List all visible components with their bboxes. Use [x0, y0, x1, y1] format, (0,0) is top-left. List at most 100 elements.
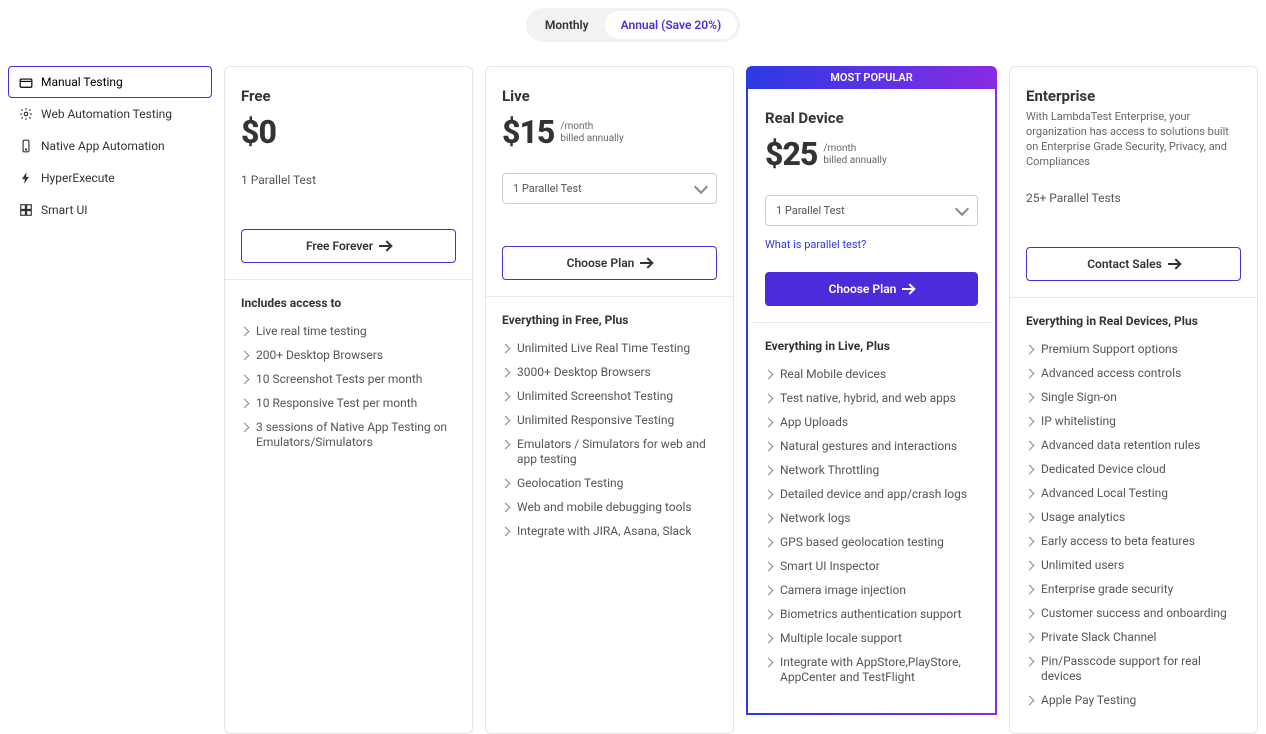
parallel-select[interactable]: 1 Parallel Test: [502, 173, 717, 204]
sidebar-icon-0: [19, 75, 33, 89]
feature-item: Multiple locale support: [765, 631, 978, 646]
divider: [1010, 297, 1257, 298]
plan-title: Real Device: [765, 109, 978, 127]
feature-item: Unlimited Responsive Testing: [502, 413, 717, 428]
feature-item: Unlimited Screenshot Testing: [502, 389, 717, 404]
feature-item: Network Throttling: [765, 463, 978, 478]
chevron-right-icon: [1025, 369, 1035, 379]
feature-item: 10 Screenshot Tests per month: [241, 372, 456, 387]
features-title: Everything in Live, Plus: [765, 339, 978, 353]
feature-item: Detailed device and app/crash logs: [765, 487, 978, 502]
feature-item: 3000+ Desktop Browsers: [502, 365, 717, 380]
plan-card-1: Live$15/monthbilled annually1 Parallel T…: [485, 66, 734, 734]
chevron-down-icon: [955, 201, 969, 215]
feature-item: Natural gestures and interactions: [765, 439, 978, 454]
arrow-right-icon: [640, 259, 652, 267]
features-title: Everything in Real Devices, Plus: [1026, 314, 1241, 328]
chevron-right-icon: [501, 503, 511, 513]
feature-item: Pin/Passcode support for real devices: [1026, 654, 1241, 684]
chevron-right-icon: [1025, 633, 1035, 643]
feature-item: Enterprise grade security: [1026, 582, 1241, 597]
chevron-right-icon: [1025, 465, 1035, 475]
arrow-right-icon: [902, 285, 914, 293]
chevron-down-icon: [694, 179, 708, 193]
chevron-right-icon: [240, 399, 250, 409]
arrow-right-icon: [379, 242, 391, 250]
parallel-select[interactable]: 1 Parallel Test: [765, 195, 978, 226]
chevron-right-icon: [764, 538, 774, 548]
chevron-right-icon: [1025, 489, 1035, 499]
plan-subtitle: With LambdaTest Enterprise, your organiz…: [1026, 109, 1241, 169]
chevron-right-icon: [1025, 585, 1035, 595]
chevron-right-icon: [240, 327, 250, 337]
chevron-right-icon: [764, 610, 774, 620]
parallel-info-link[interactable]: What is parallel test?: [765, 238, 866, 251]
feature-item: Apple Pay Testing: [1026, 693, 1241, 708]
feature-item: IP whitelisting: [1026, 414, 1241, 429]
feature-item: Web and mobile debugging tools: [502, 500, 717, 515]
feature-item: Customer success and onboarding: [1026, 606, 1241, 621]
divider: [486, 296, 733, 297]
feature-item: 3 sessions of Native App Testing on Emul…: [241, 420, 456, 450]
chevron-right-icon: [501, 368, 511, 378]
plan-cta-button[interactable]: Choose Plan: [765, 272, 978, 306]
popular-badge: MOST POPULAR: [746, 66, 997, 89]
plan-price: $25: [765, 135, 817, 173]
chevron-right-icon: [764, 658, 774, 668]
plan-price: $0: [241, 113, 276, 151]
plan-period: /month: [560, 121, 593, 132]
feature-item: Real Mobile devices: [765, 367, 978, 382]
parallel-label: 25+ Parallel Tests: [1026, 191, 1241, 205]
chevron-right-icon: [764, 634, 774, 644]
sidebar-item-2[interactable]: Native App Automation: [8, 130, 212, 162]
feature-item: Single Sign-on: [1026, 390, 1241, 405]
feature-item: Integrate with AppStore,PlayStore, AppCe…: [765, 655, 978, 685]
toggle-annual[interactable]: Annual (Save 20%): [605, 11, 738, 39]
sidebar-label: Native App Automation: [41, 139, 165, 153]
chevron-right-icon: [764, 562, 774, 572]
feature-item: Premium Support options: [1026, 342, 1241, 357]
plan-cta-button[interactable]: Choose Plan: [502, 246, 717, 280]
chevron-right-icon: [1025, 609, 1035, 619]
chevron-right-icon: [501, 392, 511, 402]
chevron-right-icon: [501, 416, 511, 426]
feature-item: Private Slack Channel: [1026, 630, 1241, 645]
plan-card-3: EnterpriseWith LambdaTest Enterprise, yo…: [1009, 66, 1258, 734]
feature-item: Camera image injection: [765, 583, 978, 598]
chevron-right-icon: [764, 370, 774, 380]
chevron-right-icon: [1025, 537, 1035, 547]
chevron-right-icon: [764, 586, 774, 596]
feature-item: Unlimited users: [1026, 558, 1241, 573]
chevron-right-icon: [764, 514, 774, 524]
plan-title: Free: [241, 87, 456, 105]
arrow-right-icon: [1168, 260, 1180, 268]
feature-item: App Uploads: [765, 415, 978, 430]
chevron-right-icon: [240, 423, 250, 433]
plan-card-0: Free$01 Parallel TestFree ForeverInclude…: [224, 66, 473, 734]
plan-period: /month: [823, 143, 856, 154]
plan-cta-button[interactable]: Contact Sales: [1026, 247, 1241, 281]
feature-item: Smart UI Inspector: [765, 559, 978, 574]
divider: [225, 279, 472, 280]
chevron-right-icon: [240, 351, 250, 361]
feature-item: Advanced access controls: [1026, 366, 1241, 381]
chevron-right-icon: [764, 490, 774, 500]
toggle-monthly[interactable]: Monthly: [529, 11, 605, 39]
features-title: Includes access to: [241, 296, 456, 310]
sidebar-item-1[interactable]: Web Automation Testing: [8, 98, 212, 130]
chevron-right-icon: [764, 418, 774, 428]
feature-item: Geolocation Testing: [502, 476, 717, 491]
sidebar-item-0[interactable]: Manual Testing: [8, 66, 212, 98]
plan-cta-button[interactable]: Free Forever: [241, 229, 456, 263]
plan-billed: billed annually: [823, 155, 886, 166]
billing-toggle: Monthly Annual (Save 20%): [0, 0, 1266, 66]
sidebar-item-4[interactable]: Smart UI: [8, 194, 212, 226]
chevron-right-icon: [1025, 417, 1035, 427]
feature-item: Biometrics authentication support: [765, 607, 978, 622]
chevron-right-icon: [1025, 441, 1035, 451]
sidebar-item-3[interactable]: HyperExecute: [8, 162, 212, 194]
sidebar-icon-1: [19, 107, 33, 121]
plan-card-2: MOST POPULAR Real Device $25/monthbilled a…: [746, 66, 997, 734]
feature-item: Dedicated Device cloud: [1026, 462, 1241, 477]
chevron-right-icon: [240, 375, 250, 385]
